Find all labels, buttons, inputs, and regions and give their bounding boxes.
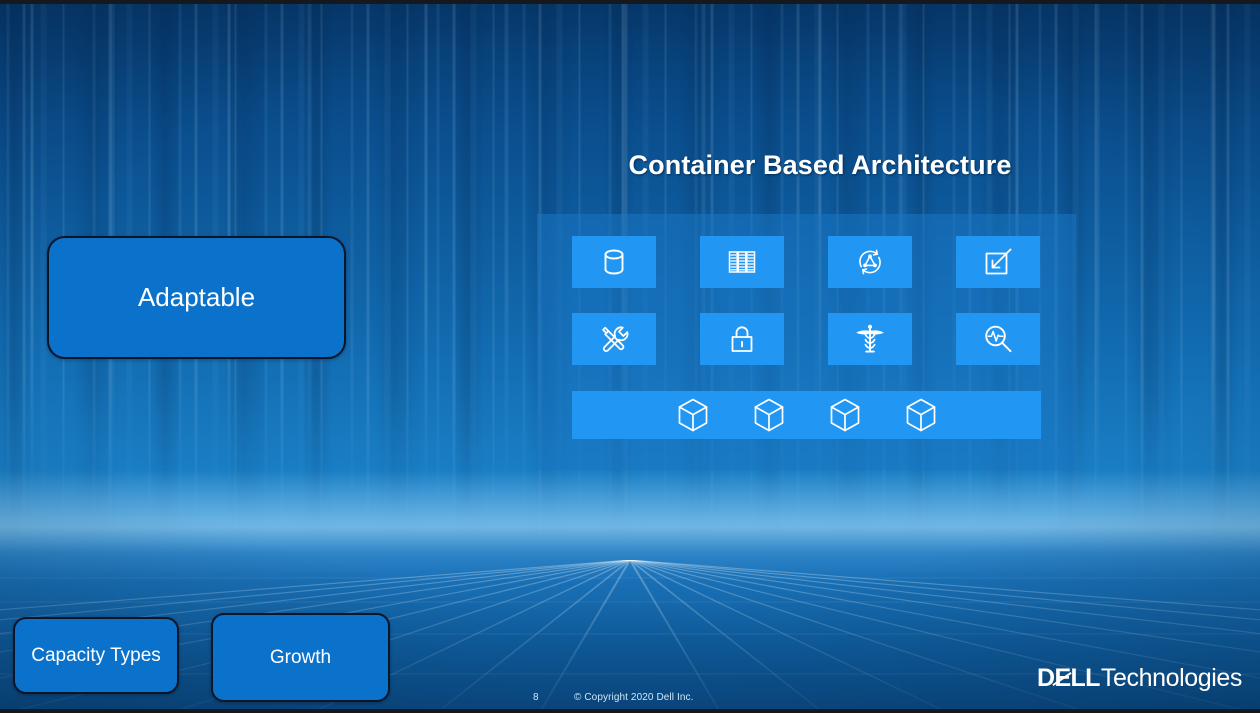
slide-page-number: 8 xyxy=(533,692,539,703)
container-cube-icon[interactable] xyxy=(901,395,941,435)
copyright-notice: © Copyright 2020 Dell Inc. xyxy=(574,692,694,703)
icon-tile-server-rack[interactable] xyxy=(700,236,784,288)
dell-letters-ll: LL xyxy=(1070,664,1101,692)
dell-technologies-logo: D E LL Technologies xyxy=(1037,664,1242,693)
nav-button-adaptable[interactable]: Adaptable xyxy=(47,236,346,359)
nav-button-growth[interactable]: Growth xyxy=(211,613,390,702)
lock-icon xyxy=(724,321,760,357)
letterbox-bar-top xyxy=(0,0,1260,4)
network-sync-icon xyxy=(852,244,888,280)
icon-tile-database[interactable] xyxy=(572,236,656,288)
container-cube-icon[interactable] xyxy=(825,395,865,435)
architecture-icon-grid xyxy=(572,236,1042,365)
page-title: Container Based Architecture xyxy=(628,150,1012,180)
dell-wordmark: D E LL xyxy=(1037,664,1100,693)
server-rack-icon xyxy=(724,244,760,280)
nav-button-adaptable-label: Adaptable xyxy=(137,282,256,312)
icon-tile-tools[interactable] xyxy=(572,313,656,365)
container-cube-icon[interactable] xyxy=(673,395,713,435)
dell-technologies-suffix: Technologies xyxy=(1100,664,1243,692)
scale-in-icon xyxy=(980,244,1016,280)
nav-button-growth-label: Growth xyxy=(269,646,332,668)
icon-tile-caduceus[interactable] xyxy=(828,313,912,365)
architecture-panel xyxy=(537,214,1076,470)
nav-button-capacity-types-label: Capacity Types xyxy=(31,644,161,666)
container-cube-icon[interactable] xyxy=(749,395,789,435)
icon-tile-lock[interactable] xyxy=(700,313,784,365)
magnifier-pulse-icon xyxy=(980,321,1016,357)
nav-button-capacity-types[interactable]: Capacity Types xyxy=(13,617,179,694)
icon-tile-monitoring[interactable] xyxy=(956,313,1040,365)
presentation-slide: Container Based Architecture Adaptable C… xyxy=(0,0,1260,713)
slide-content: Container Based Architecture Adaptable C… xyxy=(0,0,1260,713)
icon-tile-scale-in[interactable] xyxy=(956,236,1040,288)
tools-icon xyxy=(596,321,632,357)
dell-letter-e-slashed: E xyxy=(1054,664,1071,692)
icon-tile-network-sync[interactable] xyxy=(828,236,912,288)
letterbox-bar-bottom xyxy=(0,709,1260,713)
container-cube-bar xyxy=(572,391,1041,439)
caduceus-icon xyxy=(852,321,888,357)
dell-letter-d: D xyxy=(1036,664,1055,692)
database-icon xyxy=(596,244,632,280)
